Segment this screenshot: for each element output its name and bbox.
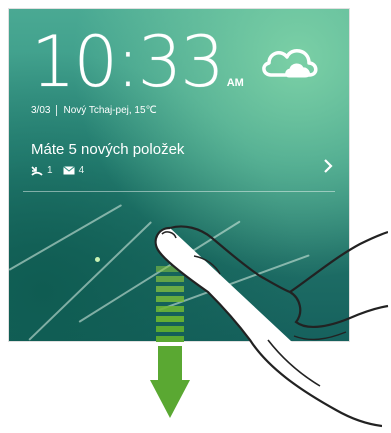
wallpaper-blade — [28, 221, 152, 341]
clock-time: 10:33 — [31, 21, 225, 103]
clock-ampm: AM — [226, 77, 244, 89]
notification-title: Máte 5 nových položek — [31, 141, 185, 158]
wallpaper-blade — [9, 204, 123, 271]
divider — [56, 105, 58, 116]
notification-counts: 1 4 — [31, 165, 94, 176]
date-location-row: 3/03 Nový Tchaj-pej, 15℃ — [31, 105, 157, 116]
date-text: 3/03 — [31, 105, 51, 116]
hand-gesture-illustration — [154, 225, 391, 428]
notification-summary[interactable]: Máte 5 nových položek 1 4 — [23, 137, 335, 192]
missed-call-count: 1 — [47, 165, 53, 176]
wallpaper-dot — [95, 257, 100, 262]
location-weather-text: Nový Tchaj-pej, 15℃ — [63, 105, 157, 116]
clock-group: 10:33 AM — [31, 21, 244, 103]
mail-icon — [62, 166, 75, 175]
missed-call-icon — [31, 165, 43, 176]
cloud-icon — [262, 49, 318, 78]
chevron-right-icon[interactable] — [323, 159, 333, 173]
mail-count: 4 — [78, 165, 85, 176]
